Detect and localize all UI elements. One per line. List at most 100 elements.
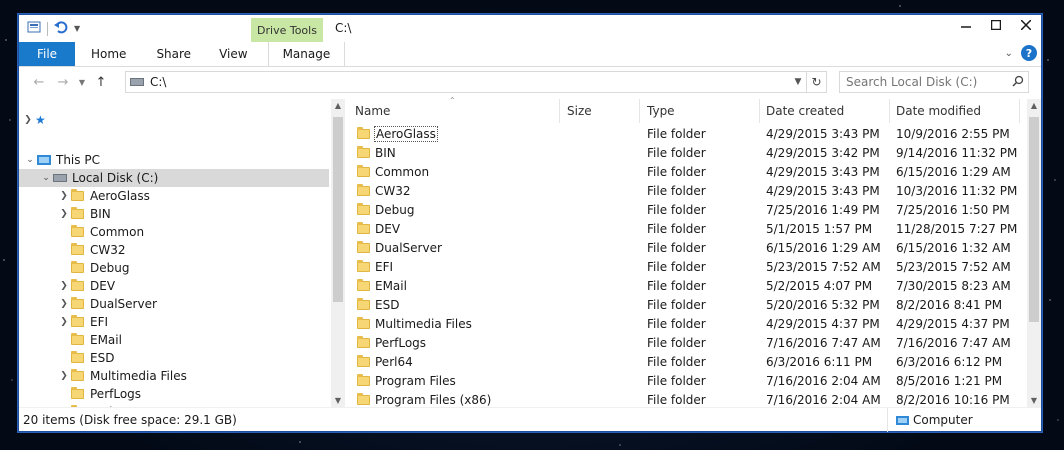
column-header-name[interactable]: Name xyxy=(355,104,390,118)
file-type: File folder xyxy=(647,298,706,312)
chevron-down-icon[interactable]: ⌄ xyxy=(39,173,53,183)
close-button[interactable] xyxy=(1011,15,1041,35)
maximize-button[interactable] xyxy=(981,15,1011,35)
recent-locations-icon[interactable]: ▼ xyxy=(75,78,89,87)
file-name: Debug xyxy=(375,203,415,217)
scroll-down-icon[interactable]: ▼ xyxy=(1027,396,1041,405)
address-dropdown-icon[interactable]: ▼ xyxy=(790,77,806,87)
title-bar: ▼ Drive Tools C:\ xyxy=(19,15,1041,42)
chevron-down-icon[interactable]: ⌄ xyxy=(23,155,37,165)
file-type: File folder xyxy=(647,355,706,369)
scroll-up-icon[interactable]: ▲ xyxy=(331,101,345,110)
nav-pane-scrollbar[interactable]: ▲ ▼ xyxy=(331,99,345,407)
tree-folder-item[interactable]: CW32 xyxy=(19,241,329,259)
chevron-right-icon[interactable]: ❯ xyxy=(57,299,71,309)
nav-scroll-thumb[interactable] xyxy=(333,117,343,302)
file-created: 5/1/2015 1:57 PM xyxy=(766,222,873,236)
search-input[interactable] xyxy=(846,75,1008,89)
up-button[interactable]: ↑ xyxy=(89,75,113,90)
tree-folder-item[interactable]: ❯ EFI xyxy=(19,313,329,331)
help-icon[interactable]: ? xyxy=(1021,45,1037,61)
expand-ribbon-icon[interactable]: ⌄ xyxy=(1005,48,1013,59)
tab-share[interactable]: Share xyxy=(142,42,205,66)
tree-folder-item[interactable]: ❯ Multimedia Files xyxy=(19,367,329,385)
file-name: Perl64 xyxy=(375,355,413,369)
tree-folder-item[interactable]: ❯ DualServer xyxy=(19,295,329,313)
column-header-date-modified[interactable]: Date modified xyxy=(896,104,981,118)
tree-folder-item[interactable]: ESD xyxy=(19,349,329,367)
tree-folder-item[interactable]: EMail xyxy=(19,331,329,349)
file-row[interactable]: CW32 File folder 4/29/2015 3:43 PM 10/3/201… xyxy=(349,182,1025,201)
tree-folder-item[interactable]: Common xyxy=(19,223,329,241)
file-list-scrollbar[interactable]: ▲ ▼ xyxy=(1027,99,1041,407)
tree-folder-item[interactable]: ❯ AeroGlass xyxy=(19,187,329,205)
quick-access-node[interactable]: ❯ ★ xyxy=(19,111,329,129)
tree-folder-label: DEV xyxy=(90,279,116,293)
file-modified: 7/25/2016 1:50 PM xyxy=(896,203,1010,217)
file-row[interactable]: ESD File folder 5/20/2016 5:32 PM 8/2/2016 … xyxy=(349,296,1025,315)
tree-folder-item[interactable]: Debug xyxy=(19,259,329,277)
file-row[interactable]: DEV File folder 5/1/2015 1:57 PM 11/28/2015… xyxy=(349,220,1025,239)
file-row[interactable]: BIN File folder 4/29/2015 3:42 PM 9/14/2016… xyxy=(349,144,1025,163)
file-created: 5/23/2015 7:52 AM xyxy=(766,260,881,274)
column-divider[interactable] xyxy=(889,99,890,123)
properties-icon[interactable] xyxy=(27,20,41,37)
column-header-date-created[interactable]: Date created xyxy=(766,104,844,118)
minimize-button[interactable] xyxy=(951,15,981,35)
refresh-button[interactable]: ↻ xyxy=(806,72,826,92)
tab-view[interactable]: View xyxy=(205,42,261,66)
scroll-down-icon[interactable]: ▼ xyxy=(331,396,345,405)
status-bar: 20 items (Disk free space: 29.1 GB) Comp… xyxy=(19,407,1041,432)
search-box[interactable] xyxy=(839,71,1029,93)
undo-icon[interactable] xyxy=(54,20,68,37)
back-button[interactable]: ← xyxy=(27,75,51,90)
file-row[interactable]: Multimedia Files File folder 4/29/2015 4:3… xyxy=(349,315,1025,334)
column-divider[interactable] xyxy=(1019,99,1020,123)
toolbar-separator xyxy=(47,21,48,36)
address-bar[interactable]: C:\ ▼ ↻ xyxy=(125,71,827,93)
tree-folder-item[interactable]: PerfLogs xyxy=(19,385,329,403)
file-row[interactable]: Perl64 File folder 6/3/2016 6:11 PM 6/3/201… xyxy=(349,353,1025,372)
file-row[interactable]: Debug File folder 7/25/2016 1:49 PM 7/25/20… xyxy=(349,201,1025,220)
file-row[interactable]: DualServer File folder 6/15/2016 1:29 AM 6/… xyxy=(349,239,1025,258)
column-divider[interactable] xyxy=(559,99,560,123)
window-title: C:\ xyxy=(335,21,352,35)
ribbon-right-controls: ⌄ ? xyxy=(1005,45,1037,61)
column-divider[interactable] xyxy=(639,99,640,123)
chevron-right-icon[interactable]: ❯ xyxy=(57,191,71,201)
chevron-right-icon[interactable]: ❯ xyxy=(57,317,71,327)
file-type: File folder xyxy=(647,393,706,407)
folder-icon xyxy=(71,207,84,219)
file-type: File folder xyxy=(647,203,706,217)
file-scroll-thumb[interactable] xyxy=(1029,117,1039,322)
column-divider[interactable] xyxy=(759,99,760,123)
folder-icon xyxy=(357,222,370,234)
tree-folder-item[interactable]: ❯ DEV xyxy=(19,277,329,295)
chevron-right-icon[interactable]: ❯ xyxy=(57,281,71,291)
file-name: EFI xyxy=(375,260,394,274)
file-row[interactable]: Program Files File folder 7/16/2016 2:04 A… xyxy=(349,372,1025,391)
forward-button[interactable]: → xyxy=(51,75,75,90)
tree-folder-item[interactable]: ❯ BIN xyxy=(19,205,329,223)
file-created: 7/25/2016 1:49 PM xyxy=(766,203,880,217)
chevron-right-icon[interactable]: ❯ xyxy=(57,209,71,219)
file-row[interactable]: PerfLogs File folder 7/16/2016 7:47 AM 7/16… xyxy=(349,334,1025,353)
file-row[interactable]: EMail File folder 5/2/2015 4:07 PM 7/30/201… xyxy=(349,277,1025,296)
tab-manage[interactable]: Manage xyxy=(267,42,346,66)
file-row[interactable]: EFI File folder 5/23/2015 7:52 AM 5/23/2015… xyxy=(349,258,1025,277)
tree-local-disk[interactable]: ⌄ Local Disk (C:) xyxy=(19,169,329,187)
tab-file[interactable]: File xyxy=(19,42,75,66)
tree-this-pc[interactable]: ⌄ This PC xyxy=(19,151,329,169)
address-path[interactable]: C:\ xyxy=(150,75,790,89)
scroll-up-icon[interactable]: ▲ xyxy=(1027,101,1041,110)
chevron-right-icon[interactable]: ❯ xyxy=(57,371,71,381)
file-row[interactable]: AeroGlass File folder 4/29/2015 3:43 PM 10/… xyxy=(349,125,1025,144)
column-header-size[interactable]: Size xyxy=(567,104,592,118)
chevron-right-icon[interactable]: ❯ xyxy=(21,115,35,125)
search-icon[interactable] xyxy=(1008,75,1028,90)
customize-toolbar-icon[interactable]: ▼ xyxy=(74,24,80,33)
tab-home[interactable]: Home xyxy=(75,42,142,66)
column-header-type[interactable]: Type xyxy=(647,104,675,118)
file-row[interactable]: Common File folder 4/29/2015 3:43 PM 6/15/2… xyxy=(349,163,1025,182)
folder-icon xyxy=(71,333,84,345)
